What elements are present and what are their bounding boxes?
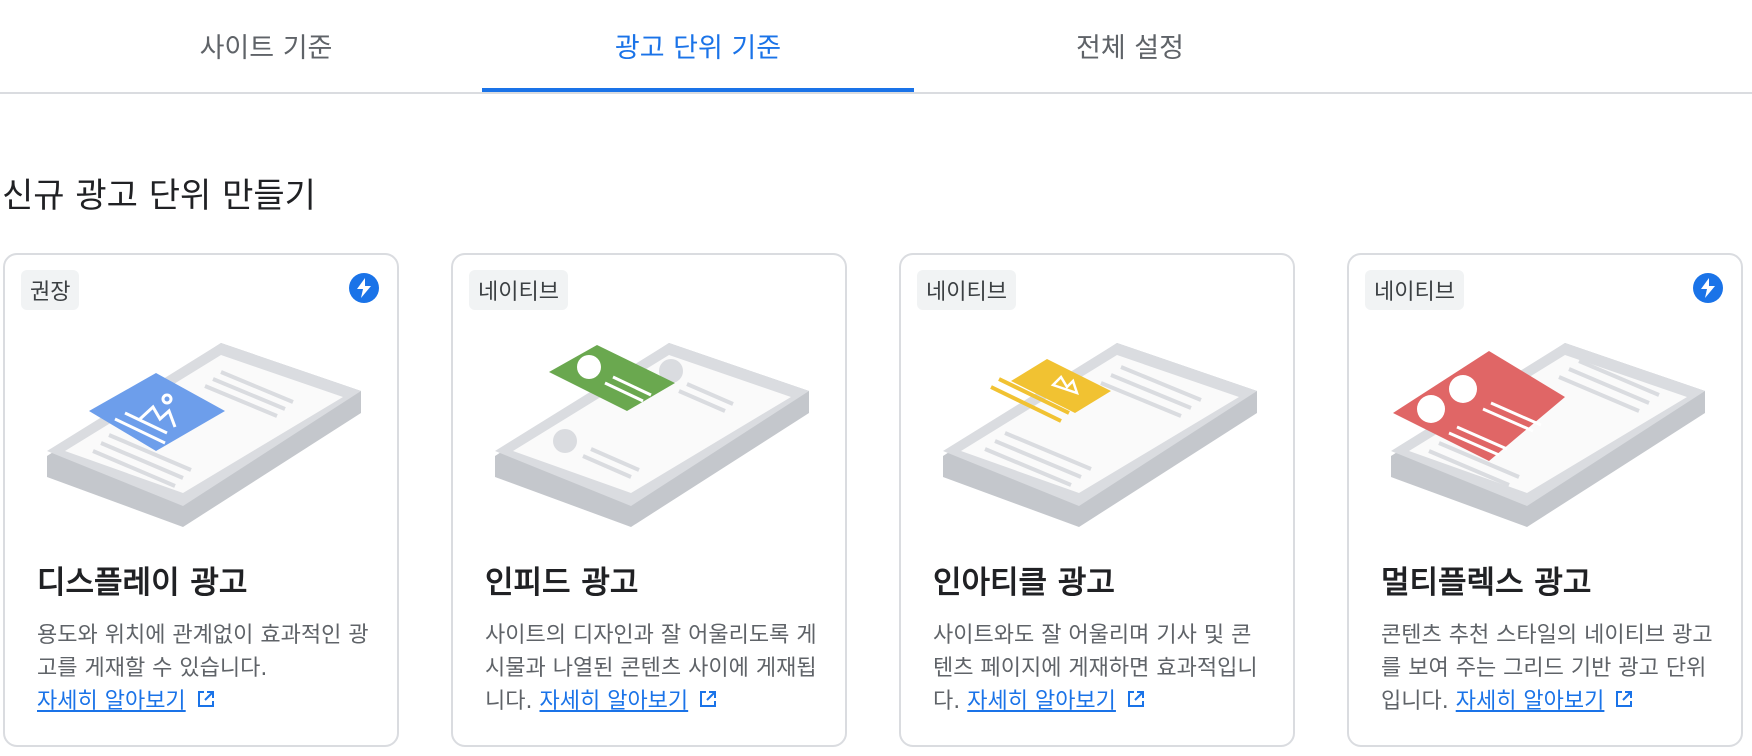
- card-title: 인피드 광고: [485, 565, 639, 601]
- infeed-ad-illustration: [495, 343, 809, 527]
- multiplex-ad-illustration: [1391, 343, 1705, 527]
- native-badge: 네이티브: [469, 270, 568, 310]
- external-link-icon: [1126, 686, 1146, 719]
- external-link-icon: [1614, 686, 1634, 719]
- card-description: 사이트의 디자인과 잘 어울리도록 게시물과 나열된 콘텐츠 사이에 게재됩니다…: [485, 619, 821, 719]
- card-title: 인아티클 광고: [933, 565, 1115, 601]
- native-badge: 네이티브: [917, 270, 1016, 310]
- card-description: 콘텐츠 추천 스타일의 네이티브 광고를 보여 주는 그리드 기반 광고 단위입…: [1381, 619, 1717, 719]
- card-title: 디스플레이 광고: [37, 565, 248, 601]
- native-badge: 네이티브: [1365, 270, 1464, 310]
- card-description: 용도와 위치에 관계없이 효과적인 광고를 게재할 수 있습니다. 자세히 알아보…: [37, 619, 373, 719]
- inarticle-ad-illustration: [943, 343, 1257, 527]
- bolt-icon: [349, 273, 379, 303]
- external-link-icon: [196, 686, 216, 719]
- external-link-icon: [698, 686, 718, 719]
- tab-ad-unit[interactable]: 광고 단위 기준: [482, 0, 914, 92]
- card-title: 멀티플렉스 광고: [1381, 565, 1592, 601]
- learn-more-link[interactable]: 자세히 알아보기: [37, 689, 186, 714]
- card-description: 사이트와도 잘 어울리며 기사 및 콘텐츠 페이지에 게재하면 효과적입니다. …: [933, 619, 1269, 719]
- tab-bar: 사이트 기준 광고 단위 기준 전체 설정: [0, 0, 1752, 94]
- bolt-icon: [1693, 273, 1723, 303]
- multiplex-ad-card[interactable]: 네이티브 멀티플렉스 광고 콘텐츠 추천 스타일의 네이티브 광고를 보여 주는…: [1347, 253, 1743, 747]
- learn-more-link[interactable]: 자세히 알아보기: [1456, 689, 1605, 714]
- page-title: 신규 광고 단위 만들기: [2, 176, 316, 216]
- tab-site[interactable]: 사이트 기준: [50, 0, 482, 90]
- recommended-badge: 권장: [21, 270, 80, 310]
- inarticle-ad-card[interactable]: 네이티브 인아티클 광고 사이트와도 잘 어울리며 기사 및 콘텐츠 페이지에 …: [899, 253, 1295, 747]
- display-ad-card[interactable]: 권장 디스플레이 광고 용도와 위치에 관계없이 효과적인 광고를 게재할 수 …: [3, 253, 399, 747]
- tab-global-settings[interactable]: 전체 설정: [914, 0, 1346, 90]
- learn-more-link[interactable]: 자세히 알아보기: [967, 689, 1116, 714]
- infeed-ad-card[interactable]: 네이티브 인피드 광고 사이트의 디자인과 잘 어울리도록 게시물과 나열된 콘…: [451, 253, 847, 747]
- display-ad-illustration: [47, 343, 361, 527]
- learn-more-link[interactable]: 자세히 알아보기: [539, 689, 688, 714]
